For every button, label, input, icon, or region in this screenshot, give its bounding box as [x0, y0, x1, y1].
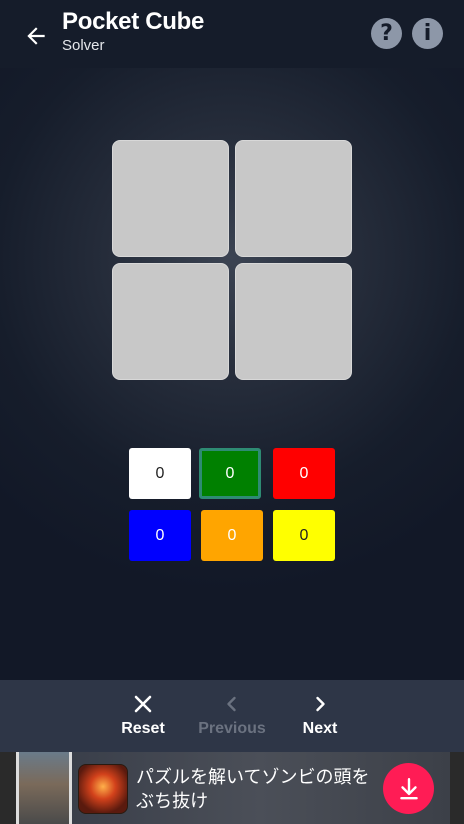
color-swatch-white[interactable]: 0 [129, 448, 191, 499]
cube-sticker-bottom-left[interactable] [112, 263, 229, 380]
ad-text: パズルを解いてゾンビの頭をぶち抜け [136, 767, 370, 812]
close-icon [134, 695, 152, 713]
download-icon [399, 777, 418, 799]
ad-thumbnail-image [16, 752, 72, 824]
page-title: Pocket Cube [62, 8, 205, 35]
reset-button[interactable]: Reset [103, 692, 183, 742]
cube-sticker-top-right[interactable] [235, 140, 352, 257]
chevron-right-icon [316, 696, 325, 712]
chevron-left-icon [227, 696, 236, 712]
help-button[interactable]: ? [371, 18, 402, 49]
color-swatch-red[interactable]: 0 [273, 448, 335, 499]
arrow-left-icon [27, 27, 45, 45]
bottom-toolbar: Reset Previous Next [0, 680, 464, 752]
cube-face [112, 140, 352, 380]
help-icon: ? [380, 21, 393, 46]
previous-label: Previous [198, 720, 266, 737]
page-subtitle: Solver [62, 37, 105, 54]
ad-banner[interactable]: パズルを解いてゾンビの頭をぶち抜け [0, 752, 464, 824]
previous-button[interactable]: Previous [192, 692, 272, 742]
solver-main: 0 0 0 0 0 0 [0, 68, 464, 680]
color-swatch-green[interactable]: 0 [199, 448, 261, 499]
next-label: Next [302, 720, 338, 737]
color-palette: 0 0 0 0 0 0 [128, 448, 336, 562]
color-swatch-yellow[interactable]: 0 [273, 510, 335, 561]
color-swatch-orange[interactable]: 0 [201, 510, 263, 561]
cube-sticker-top-left[interactable] [112, 140, 229, 257]
ad-app-icon [78, 764, 128, 814]
reset-label: Reset [121, 720, 165, 737]
color-swatch-blue[interactable]: 0 [129, 510, 191, 561]
back-button[interactable] [18, 20, 54, 52]
next-button[interactable]: Next [280, 692, 360, 742]
info-icon: i [423, 21, 432, 46]
app-header: Pocket Cube Solver ? i [0, 0, 464, 68]
cube-sticker-bottom-right[interactable] [235, 263, 352, 380]
ad-download-button[interactable] [383, 763, 434, 814]
info-button[interactable]: i [412, 18, 443, 49]
